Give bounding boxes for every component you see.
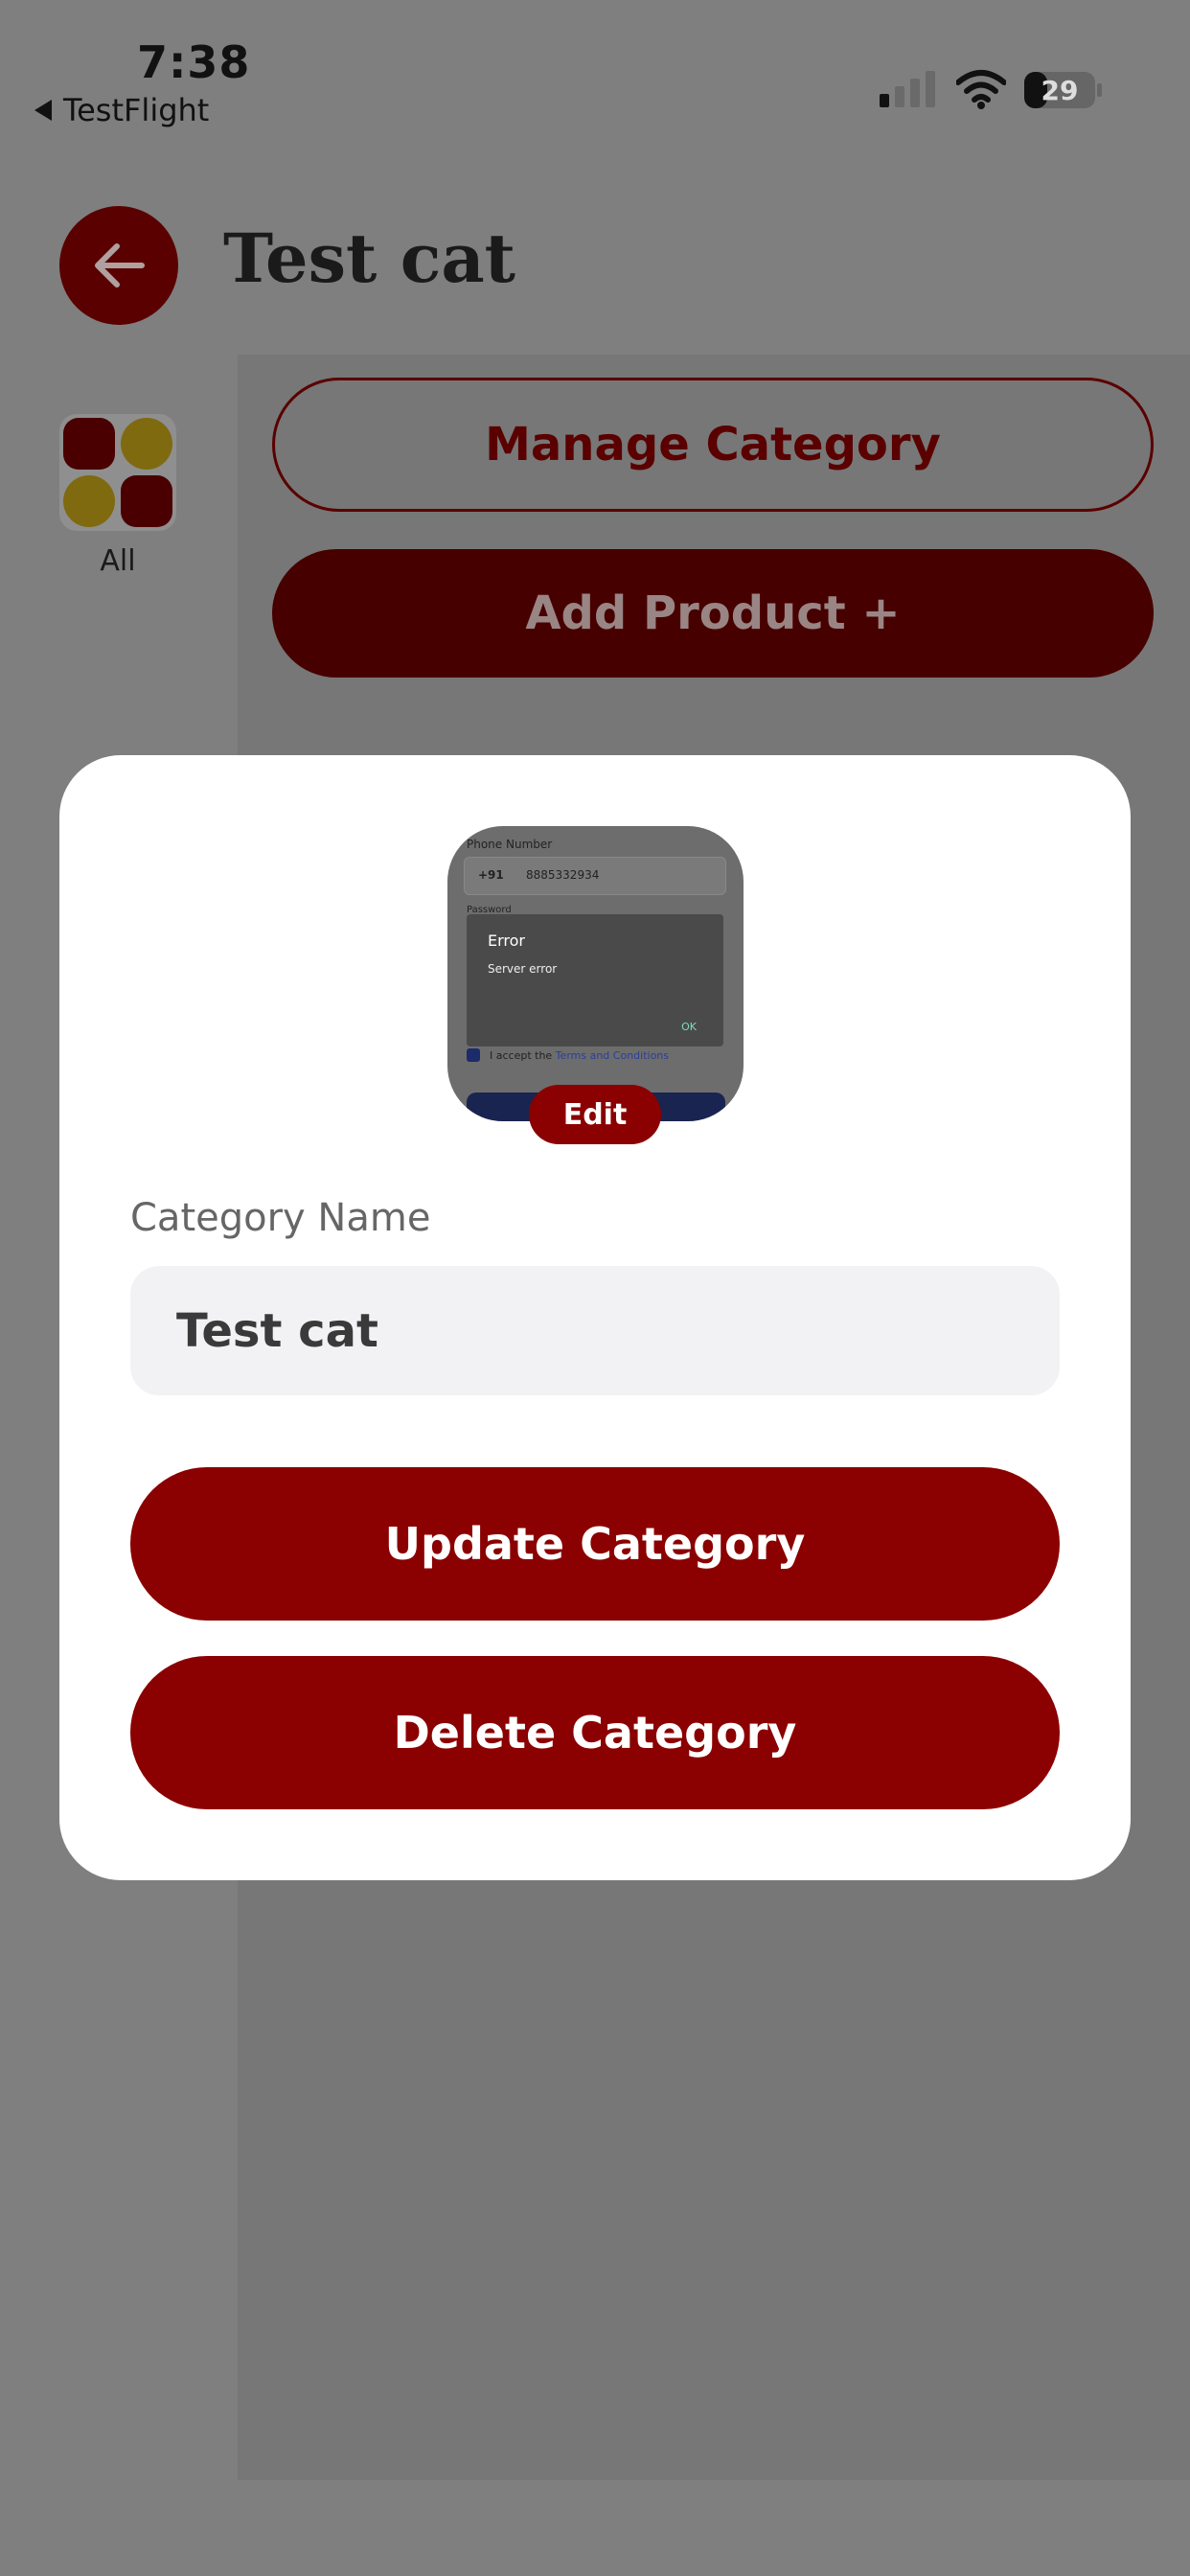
back-app-label: TestFlight (63, 92, 210, 128)
edit-image-button[interactable]: Edit (529, 1085, 661, 1144)
category-all-item[interactable] (59, 414, 176, 531)
preview-phone-box: +91 8885332934 (464, 857, 726, 895)
back-triangle-icon (34, 100, 52, 121)
arrow-left-icon (95, 243, 145, 288)
manage-category-button[interactable]: Manage Category (272, 378, 1154, 512)
preview-phone-label: Phone Number (467, 838, 553, 851)
preview-ok-label: OK (681, 1021, 697, 1033)
preview-accept-text: I accept the Terms and Conditions (490, 1049, 669, 1062)
back-button[interactable] (59, 206, 178, 325)
cellular-signal-icon (880, 71, 935, 107)
preview-error-title: Error (488, 932, 525, 950)
preview-error-message: Server error (488, 962, 558, 976)
category-name-label: Category Name (130, 1196, 431, 1240)
back-to-app-link[interactable]: TestFlight (34, 92, 209, 128)
update-category-button[interactable]: Update Category (130, 1467, 1060, 1621)
preview-checkbox-icon (467, 1048, 480, 1062)
preview-country-code: +91 (478, 868, 504, 882)
preview-accept-prefix: I accept the (490, 1049, 553, 1062)
status-time: 7:38 (137, 36, 251, 88)
grid-categories-icon (63, 418, 172, 527)
category-image-preview[interactable]: Phone Number +91 8885332934 Password Err… (447, 826, 744, 1121)
add-product-button[interactable]: Add Product + (272, 549, 1154, 678)
battery-icon: 29 (1023, 71, 1104, 109)
preview-error-dialog: Error Server error OK (467, 914, 723, 1046)
page-title: Test cat (223, 218, 516, 298)
delete-category-button[interactable]: Delete Category (130, 1656, 1060, 1809)
category-name-input[interactable]: Test cat (130, 1266, 1060, 1395)
wifi-icon (956, 70, 1006, 109)
category-all-label: All (100, 544, 136, 578)
preview-phone-value: 8885332934 (526, 868, 600, 882)
preview-accept-link: Terms and Conditions (555, 1049, 670, 1062)
battery-level: 29 (1041, 74, 1079, 106)
